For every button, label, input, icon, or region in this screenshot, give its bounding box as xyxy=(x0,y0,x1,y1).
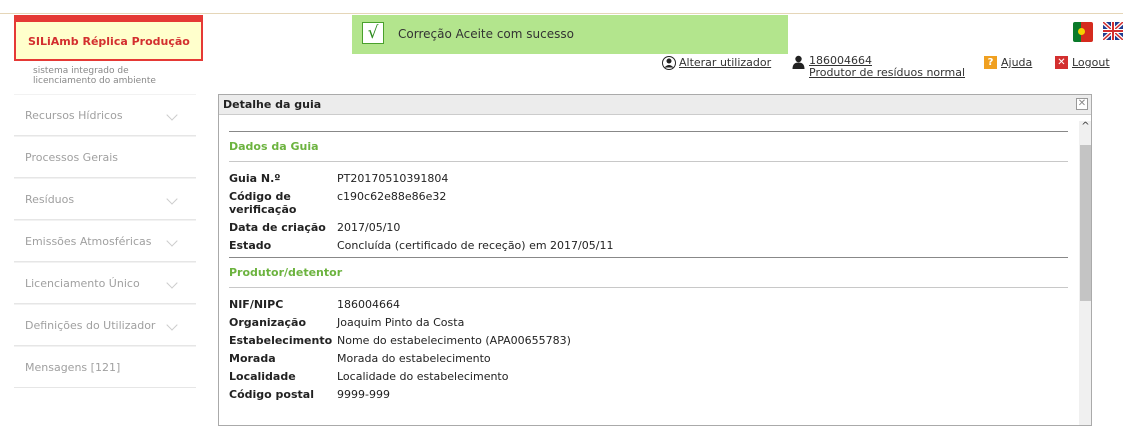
detail-label: Código de verificação xyxy=(229,190,297,216)
sidebar-item-label: Mensagens [121] xyxy=(25,361,121,374)
section-underline xyxy=(229,161,1068,162)
help-link[interactable]: Ajuda xyxy=(1001,56,1032,69)
modal-title-bar: Detalhe da guia ✕ xyxy=(219,95,1091,115)
detail-value: 9999-999 xyxy=(337,388,390,401)
section-divider xyxy=(229,131,1068,132)
detail-value: PT20170510391804 xyxy=(337,172,449,185)
sidebar-item-recursos-hidricos[interactable]: Recursos Hídricos xyxy=(14,94,196,136)
logout-icon[interactable]: ✕ xyxy=(1055,56,1068,69)
success-message: Correção Aceite com sucesso xyxy=(398,27,574,41)
section-title-guia: Dados da Guia xyxy=(229,140,319,153)
detail-value: c190c62e88e86e32 xyxy=(337,190,447,203)
detail-value: Localidade do estabelecimento xyxy=(337,370,509,383)
detail-label: Guia N.º xyxy=(229,172,281,185)
detail-label: NIF/NIPC xyxy=(229,298,284,311)
brand-top-bar xyxy=(16,17,201,22)
detail-row: Data de criação 2017/05/10 xyxy=(229,221,1068,234)
close-icon[interactable]: ✕ xyxy=(1076,98,1088,110)
detail-row: Morada Morada do estabelecimento xyxy=(229,352,1068,365)
guide-detail-modal: Detalhe da guia ✕ ^ Dados da Guia Guia N… xyxy=(218,94,1092,426)
sidebar-item-licenciamento[interactable]: Licenciamento Único xyxy=(14,262,196,304)
sidebar: Recursos Hídricos Processos Gerais Resíd… xyxy=(14,94,196,388)
detail-row: Estabelecimento Nome do estabelecimento … xyxy=(229,334,1068,347)
detail-value: 2017/05/10 xyxy=(337,221,401,234)
detail-value: Morada do estabelecimento xyxy=(337,352,491,365)
check-icon: √ xyxy=(362,22,384,44)
detail-label: Localidade xyxy=(229,370,296,383)
detail-value: Nome do estabelecimento (APA00655783) xyxy=(337,334,571,347)
detail-row: Estado Concluída (certificado de receção… xyxy=(229,239,1068,252)
user-icon xyxy=(792,54,805,73)
detail-row: Organização Joaquim Pinto da Costa xyxy=(229,316,1068,329)
vertical-scrollbar[interactable]: ^ xyxy=(1079,121,1091,425)
detail-row: NIF/NIPC 186004664 xyxy=(229,298,1068,311)
detail-label: Organização xyxy=(229,316,306,329)
sidebar-item-label: Processos Gerais xyxy=(25,151,119,164)
detail-row: Código postal 9999-999 xyxy=(229,388,1068,401)
chevron-down-icon xyxy=(166,235,178,247)
detail-row: Código de verificação c190c62e88e86e32 xyxy=(229,190,1068,216)
detail-value: Concluída (certificado de receção) em 20… xyxy=(337,239,614,252)
chevron-down-icon xyxy=(166,193,178,205)
detail-label: Data de criação xyxy=(229,221,326,234)
sidebar-item-mensagens[interactable]: Mensagens [121] xyxy=(14,346,196,388)
section-underline xyxy=(229,287,1068,288)
sidebar-item-label: Recursos Hídricos xyxy=(25,109,123,122)
sidebar-item-label: Licenciamento Único xyxy=(25,277,140,290)
help-icon[interactable]: ? xyxy=(984,56,997,69)
user-info[interactable]: 186004664 Produtor de resíduos normal xyxy=(809,55,965,79)
change-user-link[interactable]: Alterar utilizador xyxy=(679,56,771,69)
section-divider xyxy=(229,257,1068,258)
chevron-down-icon xyxy=(166,319,178,331)
logout-link[interactable]: Logout xyxy=(1072,56,1110,69)
sidebar-item-label: Definições do Utilizador xyxy=(25,319,156,332)
detail-label: Código postal xyxy=(229,388,314,401)
modal-title: Detalhe da guia xyxy=(223,98,322,111)
change-user-icon[interactable] xyxy=(662,55,676,74)
detail-value: Joaquim Pinto da Costa xyxy=(337,316,465,329)
modal-content: Dados da Guia Guia N.º PT20170510391804 … xyxy=(229,131,1068,406)
brand-logo[interactable]: SILiAmb Réplica Produção xyxy=(14,15,203,61)
sidebar-item-label: Resíduos xyxy=(25,193,75,206)
detail-value: 186004664 xyxy=(337,298,400,311)
user-role-link[interactable]: Produtor de resíduos normal xyxy=(809,67,965,79)
success-notification: √ Correção Aceite com sucesso xyxy=(352,15,788,54)
detail-label: Morada xyxy=(229,352,276,365)
scrollbar-thumb[interactable] xyxy=(1080,145,1091,301)
detail-row: Localidade Localidade do estabelecimento xyxy=(229,370,1068,383)
brand-title: SILiAmb Réplica Produção xyxy=(28,35,190,48)
chevron-down-icon xyxy=(166,277,178,289)
sidebar-item-processos-gerais[interactable]: Processos Gerais xyxy=(14,136,196,178)
portugal-flag-icon[interactable] xyxy=(1073,22,1093,42)
sidebar-item-label: Emissões Atmosféricas xyxy=(25,235,152,248)
section-title-produtor: Produtor/detentor xyxy=(229,266,343,279)
uk-flag-icon[interactable] xyxy=(1103,22,1123,40)
top-divider xyxy=(0,13,1123,14)
detail-label: Estabelecimento xyxy=(229,334,333,347)
brand-subtitle: sistema integrado de licenciamento do am… xyxy=(33,66,156,86)
page: SILiAmb Réplica Produção sistema integra… xyxy=(0,0,1123,426)
sidebar-item-residuos[interactable]: Resíduos xyxy=(14,178,196,220)
detail-label: Estado xyxy=(229,239,272,252)
sidebar-item-definicoes[interactable]: Definições do Utilizador xyxy=(14,304,196,346)
chevron-down-icon xyxy=(166,109,178,121)
sidebar-item-emissoes[interactable]: Emissões Atmosféricas xyxy=(14,220,196,262)
scroll-up-arrow-icon[interactable]: ^ xyxy=(1080,121,1091,133)
detail-row: Guia N.º PT20170510391804 xyxy=(229,172,1068,185)
